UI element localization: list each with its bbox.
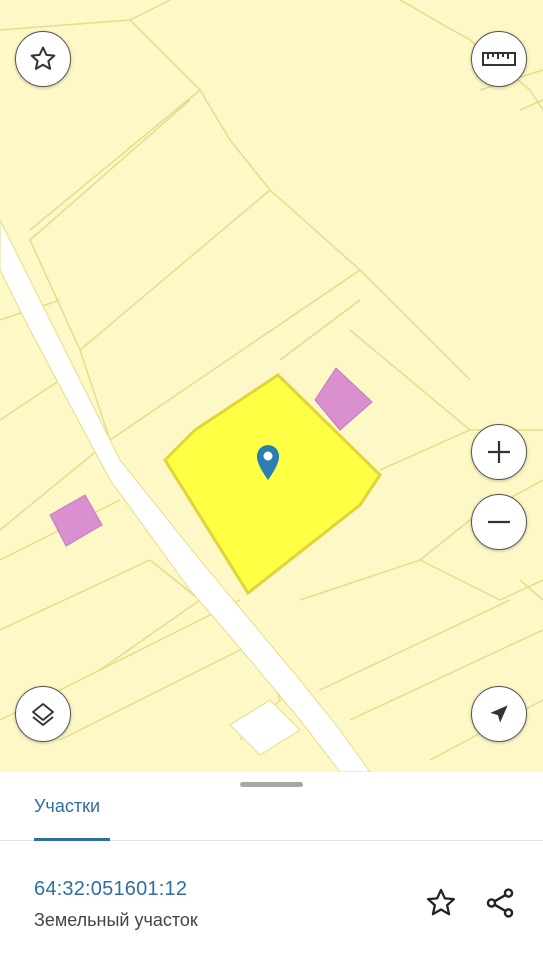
tab-active-indicator	[34, 838, 110, 841]
star-outline-icon	[30, 46, 56, 70]
sheet-drag-handle[interactable]	[240, 782, 303, 787]
favorite-map-button[interactable]	[15, 31, 71, 87]
layers-icon	[32, 703, 54, 726]
map-canvas	[0, 0, 543, 772]
minus-icon	[488, 520, 510, 524]
share-button[interactable]	[482, 885, 518, 921]
zoom-out-button[interactable]	[471, 494, 527, 550]
object-type: Земельный участок	[34, 910, 198, 930]
navigation-arrow-icon	[490, 705, 508, 723]
building-2	[49, 494, 103, 547]
tab-parcels[interactable]: Участки	[34, 796, 100, 817]
bottom-sheet: Участки 64:32:051601:12 Земельный участо…	[0, 772, 543, 960]
star-outline-icon	[426, 888, 456, 916]
cadastral-map[interactable]	[0, 0, 543, 772]
share-icon	[486, 888, 514, 918]
road-branch	[229, 699, 301, 756]
layers-button[interactable]	[15, 686, 71, 742]
favorite-button[interactable]	[423, 885, 459, 921]
cadastral-number[interactable]: 64:32:051601:12	[34, 878, 187, 901]
plus-icon	[488, 441, 510, 463]
zoom-in-button[interactable]	[471, 424, 527, 480]
my-location-button[interactable]	[471, 686, 527, 742]
ruler-icon	[482, 52, 516, 66]
ruler-button[interactable]	[471, 31, 527, 87]
